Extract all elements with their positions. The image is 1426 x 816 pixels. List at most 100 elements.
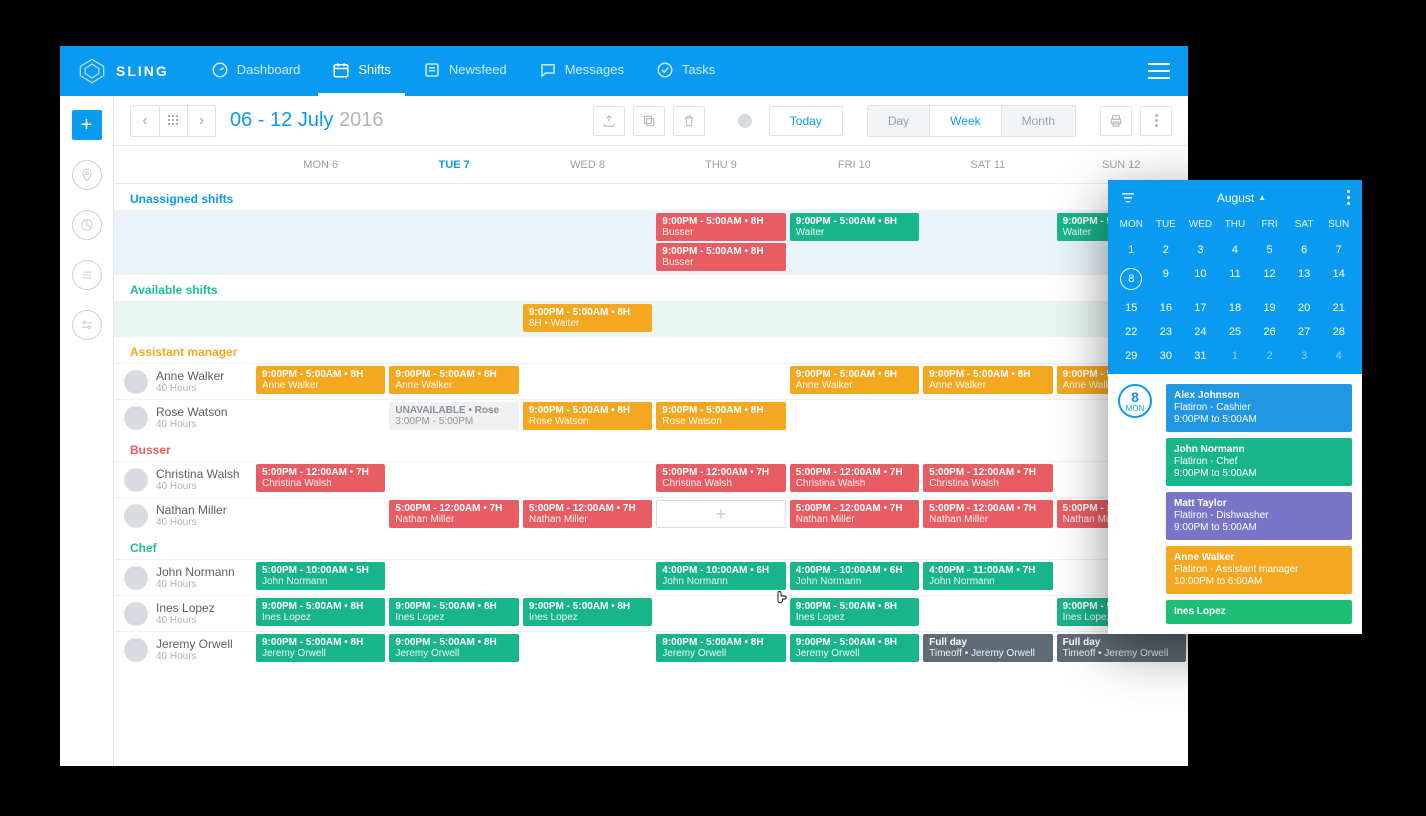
filter-icon[interactable] <box>1120 192 1136 204</box>
shift-block[interactable]: 9:00PM - 5:00AM • 8HAnne Walker <box>923 366 1052 394</box>
mini-day[interactable]: 3 <box>1287 348 1322 364</box>
view-week[interactable]: Week <box>929 106 1000 136</box>
mini-day[interactable]: 24 <box>1183 324 1218 340</box>
shift-block[interactable]: 9:00PM - 5:00AM • 8HJeremy Orwell <box>389 634 518 662</box>
mini-day[interactable]: 1 <box>1218 348 1253 364</box>
shift-block[interactable]: 9:00PM - 5:00AM • 8HRose Watson <box>656 402 785 430</box>
mini-day[interactable]: 18 <box>1218 300 1253 316</box>
nav-messages[interactable]: Messages <box>525 46 638 96</box>
shift-block[interactable]: 4:00PM - 10:00AM • 6HJohn Normann <box>790 562 919 590</box>
shift-block[interactable]: 9:00PM - 5:00AM • 8HAnne Walker <box>389 366 518 394</box>
settings-icon[interactable] <box>72 310 102 340</box>
shift-block[interactable]: 4:00PM - 11:00AM • 7HJohn Normann <box>923 562 1052 590</box>
menu-icon[interactable] <box>1148 63 1170 79</box>
mini-day[interactable]: 8 <box>1114 266 1149 292</box>
mini-day[interactable]: 12 <box>1252 266 1287 292</box>
shift-block[interactable]: 9:00PM - 5:00AM • 8HInes Lopez <box>389 598 518 626</box>
nav-shifts[interactable]: Shifts <box>318 46 405 96</box>
mini-shift[interactable]: Ines Lopez <box>1166 600 1352 624</box>
shift-block[interactable]: 9:00PM - 5:00AM • 8HInes Lopez <box>523 598 652 626</box>
mini-day[interactable]: 15 <box>1114 300 1149 316</box>
shift-block[interactable]: 5:00PM - 12:00AM • 7HChristina Walsh <box>923 464 1052 492</box>
mini-day[interactable]: 25 <box>1218 324 1253 340</box>
mini-day[interactable]: 22 <box>1114 324 1149 340</box>
shift-block[interactable]: 9:00PM - 5:00AM • 8HBusser <box>656 243 785 271</box>
brand-logo[interactable]: SLING <box>78 57 169 85</box>
calendar-grid-icon[interactable] <box>159 106 187 136</box>
mini-shift[interactable]: Matt TaylorFlatiron - Dishwasher9:00PM t… <box>1166 492 1352 540</box>
add-button[interactable]: + <box>72 110 102 140</box>
mini-day[interactable]: 4 <box>1218 242 1253 258</box>
mini-day[interactable]: 21 <box>1321 300 1356 316</box>
mini-day[interactable]: 11 <box>1218 266 1253 292</box>
more-icon[interactable] <box>1140 106 1172 136</box>
shift-block[interactable]: 9:00PM - 5:00AM • 8HInes Lopez <box>256 598 385 626</box>
next-button[interactable]: › <box>187 106 215 136</box>
mini-day[interactable]: 2 <box>1149 242 1184 258</box>
shift-block[interactable]: 9:00PM - 5:00AM • 8HJeremy Orwell <box>656 634 785 662</box>
mini-day[interactable]: 3 <box>1183 242 1218 258</box>
mini-month-button[interactable]: August ▲ <box>1217 191 1266 205</box>
shift-block[interactable]: 9:00PM - 5:00AM • 8HBusser <box>656 213 785 241</box>
mini-day[interactable]: 7 <box>1321 242 1356 258</box>
mini-day[interactable]: 16 <box>1149 300 1184 316</box>
prev-button[interactable]: ‹ <box>131 106 159 136</box>
pie-icon[interactable] <box>72 210 102 240</box>
shift-block[interactable]: 9:00PM - 5:00AM • 8HWaiter <box>790 213 919 241</box>
shift-block[interactable]: 9:00PM - 5:00AM • 8HAnne Walker <box>790 366 919 394</box>
print-icon[interactable] <box>1100 106 1132 136</box>
shift-block[interactable]: 9:00PM - 5:00AM • 8H8H • Waiter <box>523 304 652 332</box>
copy-icon[interactable] <box>633 106 665 136</box>
shift-block[interactable]: Full dayTimeoff • Jeremy Orwell <box>1057 634 1186 662</box>
mini-shift[interactable]: John NormannFlatiron - Chef9:00PM to 5:0… <box>1166 438 1352 486</box>
shift-block[interactable]: 5:00PM - 12:00AM • 7HNathan Miller <box>389 500 518 528</box>
mini-day[interactable]: 10 <box>1183 266 1218 292</box>
nav-tasks[interactable]: Tasks <box>642 46 729 96</box>
mini-day[interactable]: 1 <box>1114 242 1149 258</box>
nav-dashboard[interactable]: Dashboard <box>197 46 315 96</box>
shift-block[interactable]: 9:00PM - 5:00AM • 8HInes Lopez <box>790 598 919 626</box>
shift-block[interactable]: 9:00PM - 5:00AM • 8HJeremy Orwell <box>256 634 385 662</box>
shift-block[interactable]: 5:00PM - 12:00AM • 7HNathan Miller <box>790 500 919 528</box>
nav-newsfeed[interactable]: Newsfeed <box>409 46 521 96</box>
shift-block[interactable]: 5:00PM - 10:00AM • 5HJohn Normann <box>256 562 385 590</box>
mini-day[interactable]: 5 <box>1252 242 1287 258</box>
mini-day[interactable]: 6 <box>1287 242 1322 258</box>
mini-day[interactable]: 4 <box>1321 348 1356 364</box>
mini-shift[interactable]: Alex JohnsonFlatiron - Cashier9:00PM to … <box>1166 384 1352 432</box>
mini-day[interactable]: 2 <box>1252 348 1287 364</box>
mini-day[interactable]: 20 <box>1287 300 1322 316</box>
shift-block[interactable]: 5:00PM - 12:00AM • 7HNathan Miller <box>923 500 1052 528</box>
view-day[interactable]: Day <box>868 106 929 136</box>
add-shift-button[interactable]: + <box>656 500 785 528</box>
shift-block[interactable]: Full dayTimeoff • Jeremy Orwell <box>923 634 1052 662</box>
mini-day[interactable]: 28 <box>1321 324 1356 340</box>
mini-day[interactable]: 9 <box>1149 266 1184 292</box>
mini-day[interactable]: 27 <box>1287 324 1322 340</box>
shift-block[interactable]: 9:00PM - 5:00AM • 8HAnne Walker <box>256 366 385 394</box>
date-range[interactable]: 06 - 12 July 2016 <box>230 109 383 132</box>
shift-block[interactable]: 5:00PM - 12:00AM • 7HNathan Miller <box>523 500 652 528</box>
shift-block[interactable]: 9:00PM - 5:00AM • 8HJeremy Orwell <box>790 634 919 662</box>
mini-day[interactable]: 31 <box>1183 348 1218 364</box>
location-icon[interactable] <box>72 160 102 190</box>
shift-block[interactable]: 5:00PM - 12:00AM • 7HChristina Walsh <box>790 464 919 492</box>
mini-day[interactable]: 17 <box>1183 300 1218 316</box>
mini-shift[interactable]: Anne WalkerFlatiron - Assistant manager1… <box>1166 546 1352 594</box>
mini-day[interactable]: 30 <box>1149 348 1184 364</box>
shift-block[interactable]: 5:00PM - 12:00AM • 7HChristina Walsh <box>656 464 785 492</box>
mini-more-icon[interactable] <box>1347 190 1350 205</box>
mini-day[interactable]: 13 <box>1287 266 1322 292</box>
mini-day[interactable]: 26 <box>1252 324 1287 340</box>
export-icon[interactable] <box>593 106 625 136</box>
today-button[interactable]: Today <box>769 106 843 136</box>
shift-block[interactable]: UNAVAILABLE • Rose3:00PM - 5:00PM <box>389 402 518 430</box>
mini-day[interactable]: 14 <box>1321 266 1356 292</box>
trash-icon[interactable] <box>673 106 705 136</box>
mini-day[interactable]: 23 <box>1149 324 1184 340</box>
shift-block[interactable]: 9:00PM - 5:00AM • 8HRose Watson <box>523 402 652 430</box>
list-icon[interactable] <box>72 260 102 290</box>
mini-day[interactable]: 29 <box>1114 348 1149 364</box>
view-month[interactable]: Month <box>1001 106 1075 136</box>
shift-block[interactable]: 5:00PM - 12:00AM • 7HChristina Walsh <box>256 464 385 492</box>
